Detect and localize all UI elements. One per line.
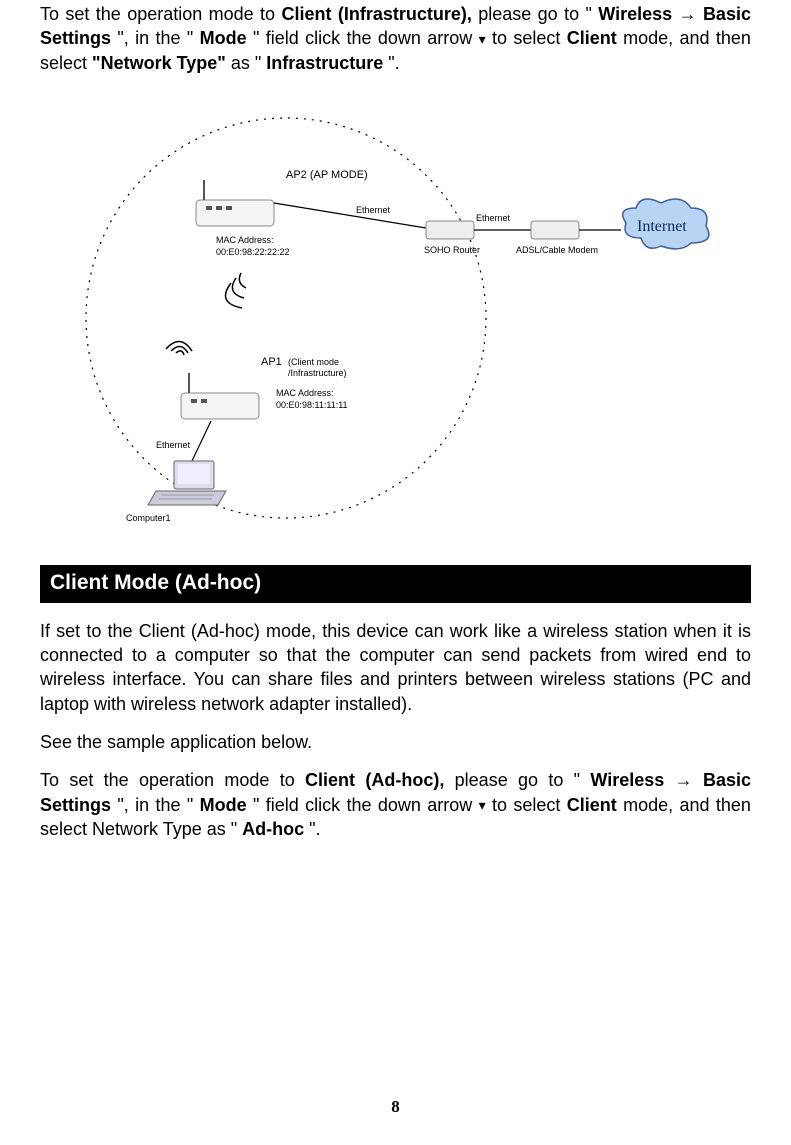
text: ", in the " (117, 795, 193, 815)
text-bold: Ad-hoc (242, 819, 304, 839)
diagram-ap1-mac-label: MAC Address: (276, 388, 334, 398)
text: as " (231, 53, 261, 73)
dropdown-arrow-icon: ▾ (479, 796, 486, 815)
arrow-right-icon: → (679, 4, 697, 24)
diagram-ap1-mode: (Client mode /Infrastructure) (288, 357, 347, 378)
diagram-ethernet-label-1: Ethernet (356, 205, 391, 215)
text: to select (492, 795, 567, 815)
text-bold: Wireless (590, 770, 664, 790)
diagram-ap2-mac-value: 00:E0:98:22:22:22 (216, 247, 290, 257)
text: ", in the " (117, 28, 193, 48)
bottom-instruction-paragraph: To set the operation mode to Client (Ad-… (40, 768, 751, 841)
text: " field click the down arrow (253, 795, 479, 815)
text: ". (309, 819, 320, 839)
diagram-computer1-label: Computer1 (126, 513, 171, 523)
diagram-ethernet-label-3: Ethernet (156, 440, 191, 450)
text-bold: Client (567, 28, 617, 48)
text-bold: Infrastructure (266, 53, 383, 73)
adhoc-description-paragraph: If set to the Client (Ad-hoc) mode, this… (40, 619, 751, 716)
text: To set the operation mode to (40, 770, 305, 790)
text: please go to " (455, 770, 580, 790)
text-bold: "Network Type" (92, 53, 226, 73)
diagram-soho-router-label: SOHO Router (424, 245, 480, 255)
diagram-ethernet-label-2: Ethernet (476, 213, 511, 223)
text: ". (388, 53, 399, 73)
arrow-right-icon: → (675, 770, 693, 790)
text-bold: Client (Infrastructure), (281, 4, 471, 24)
section-heading-client-mode-adhoc: Client Mode (Ad-hoc) (40, 565, 751, 603)
diagram-adsl-label: ADSL/Cable Modem (516, 245, 598, 255)
text: please go to " (478, 4, 592, 24)
text-bold: Wireless (598, 4, 672, 24)
text: to select (492, 28, 567, 48)
text: " field click the down arrow (253, 28, 479, 48)
diagram-ap2-label: AP2 (AP MODE) (286, 169, 368, 181)
text-bold: Mode (200, 795, 247, 815)
text: To set the operation mode to (40, 4, 281, 24)
diagram-internet-label: Internet (637, 218, 687, 235)
top-instruction-paragraph: To set the operation mode to Client (Inf… (40, 2, 751, 75)
text-bold: Client (Ad-hoc), (305, 770, 444, 790)
diagram-ap1-label: AP1 (261, 356, 282, 368)
dropdown-arrow-icon: ▾ (479, 30, 486, 49)
text-bold: Mode (200, 28, 247, 48)
page-number: 8 (0, 1097, 791, 1117)
text-bold: Client (567, 795, 617, 815)
diagram-ap2-mac-label: MAC Address: (216, 235, 274, 245)
diagram-ap1-mac-value: 00:E0:98:11:11:11 (276, 400, 348, 410)
see-sample-paragraph: See the sample application below. (40, 730, 751, 754)
network-diagram: AP2 (AP MODE) MAC Address: 00:E0:98:22:2… (40, 103, 751, 533)
